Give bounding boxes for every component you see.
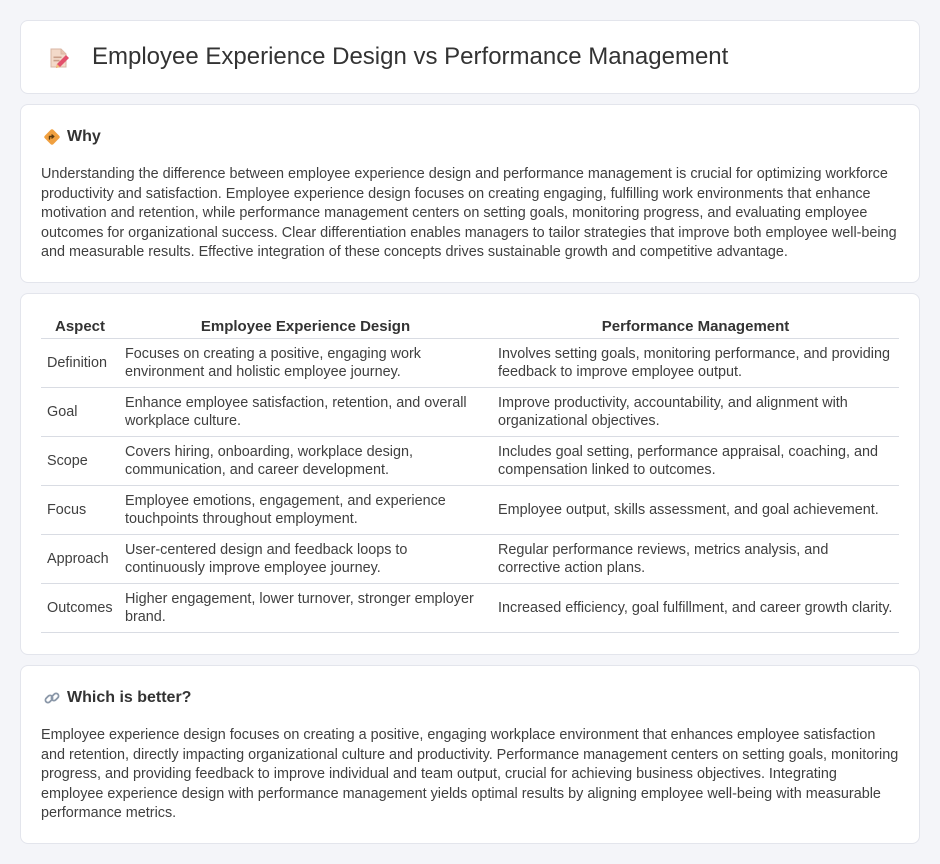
why-title: Why	[67, 128, 101, 145]
link-icon	[44, 692, 60, 704]
row-pm-cell: Employee output, skills assessment, and …	[492, 485, 899, 535]
row-aspect: Focus	[41, 485, 119, 535]
header-employee-experience-design: Employee Experience Design	[119, 316, 492, 339]
which-is-better-section: Which is better? Employee experience des…	[20, 665, 920, 844]
table-row: Definition Focuses on creating a positiv…	[41, 338, 899, 388]
comparison-section: Aspect Employee Experience Design Perfor…	[20, 293, 920, 655]
better-title: Which is better?	[67, 689, 192, 706]
row-eed-cell: Higher engagement, lower turnover, stron…	[119, 583, 492, 633]
row-eed-cell: Employee emotions, engagement, and exper…	[119, 485, 492, 535]
page-title: Employee Experience Design vs Performanc…	[92, 43, 729, 70]
row-eed-cell: Enhance employee satisfaction, retention…	[119, 387, 492, 437]
why-text: Understanding the difference between emp…	[41, 166, 897, 260]
row-eed-cell: User-centered design and feedback loops …	[119, 534, 492, 584]
header-card: Employee Experience Design vs Performanc…	[20, 20, 920, 94]
row-aspect: Definition	[41, 338, 119, 388]
row-aspect: Goal	[41, 387, 119, 437]
table-row: Scope Covers hiring, onboarding, workpla…	[41, 436, 899, 486]
table-row: Outcomes Higher engagement, lower turnov…	[41, 583, 899, 633]
row-pm-cell: Increased efficiency, goal fulfillment, …	[492, 583, 899, 633]
row-pm-cell: Regular performance reviews, metrics ana…	[492, 534, 899, 584]
better-text: Employee experience design focuses on cr…	[41, 727, 899, 821]
table-row: Focus Employee emotions, engagement, and…	[41, 485, 899, 535]
table-row: Goal Enhance employee satisfaction, rete…	[41, 387, 899, 437]
document-pencil-icon	[50, 48, 69, 68]
row-eed-cell: Covers hiring, onboarding, workplace des…	[119, 436, 492, 486]
row-aspect: Outcomes	[41, 583, 119, 633]
header-aspect: Aspect	[41, 316, 119, 339]
row-pm-cell: Involves setting goals, monitoring perfo…	[492, 338, 899, 388]
row-eed-cell: Focuses on creating a positive, engaging…	[119, 338, 492, 388]
diamond-direction-icon	[44, 129, 60, 145]
row-aspect: Scope	[41, 436, 119, 486]
comparison-table: Aspect Employee Experience Design Perfor…	[41, 316, 899, 633]
table-row: Approach User-centered design and feedba…	[41, 534, 899, 584]
header-performance-management: Performance Management	[492, 316, 899, 339]
row-pm-cell: Includes goal setting, performance appra…	[492, 436, 899, 486]
why-section: Why Understanding the difference between…	[20, 104, 920, 283]
table-header-row: Aspect Employee Experience Design Perfor…	[41, 316, 899, 339]
row-pm-cell: Improve productivity, accountability, an…	[492, 387, 899, 437]
row-aspect: Approach	[41, 534, 119, 584]
